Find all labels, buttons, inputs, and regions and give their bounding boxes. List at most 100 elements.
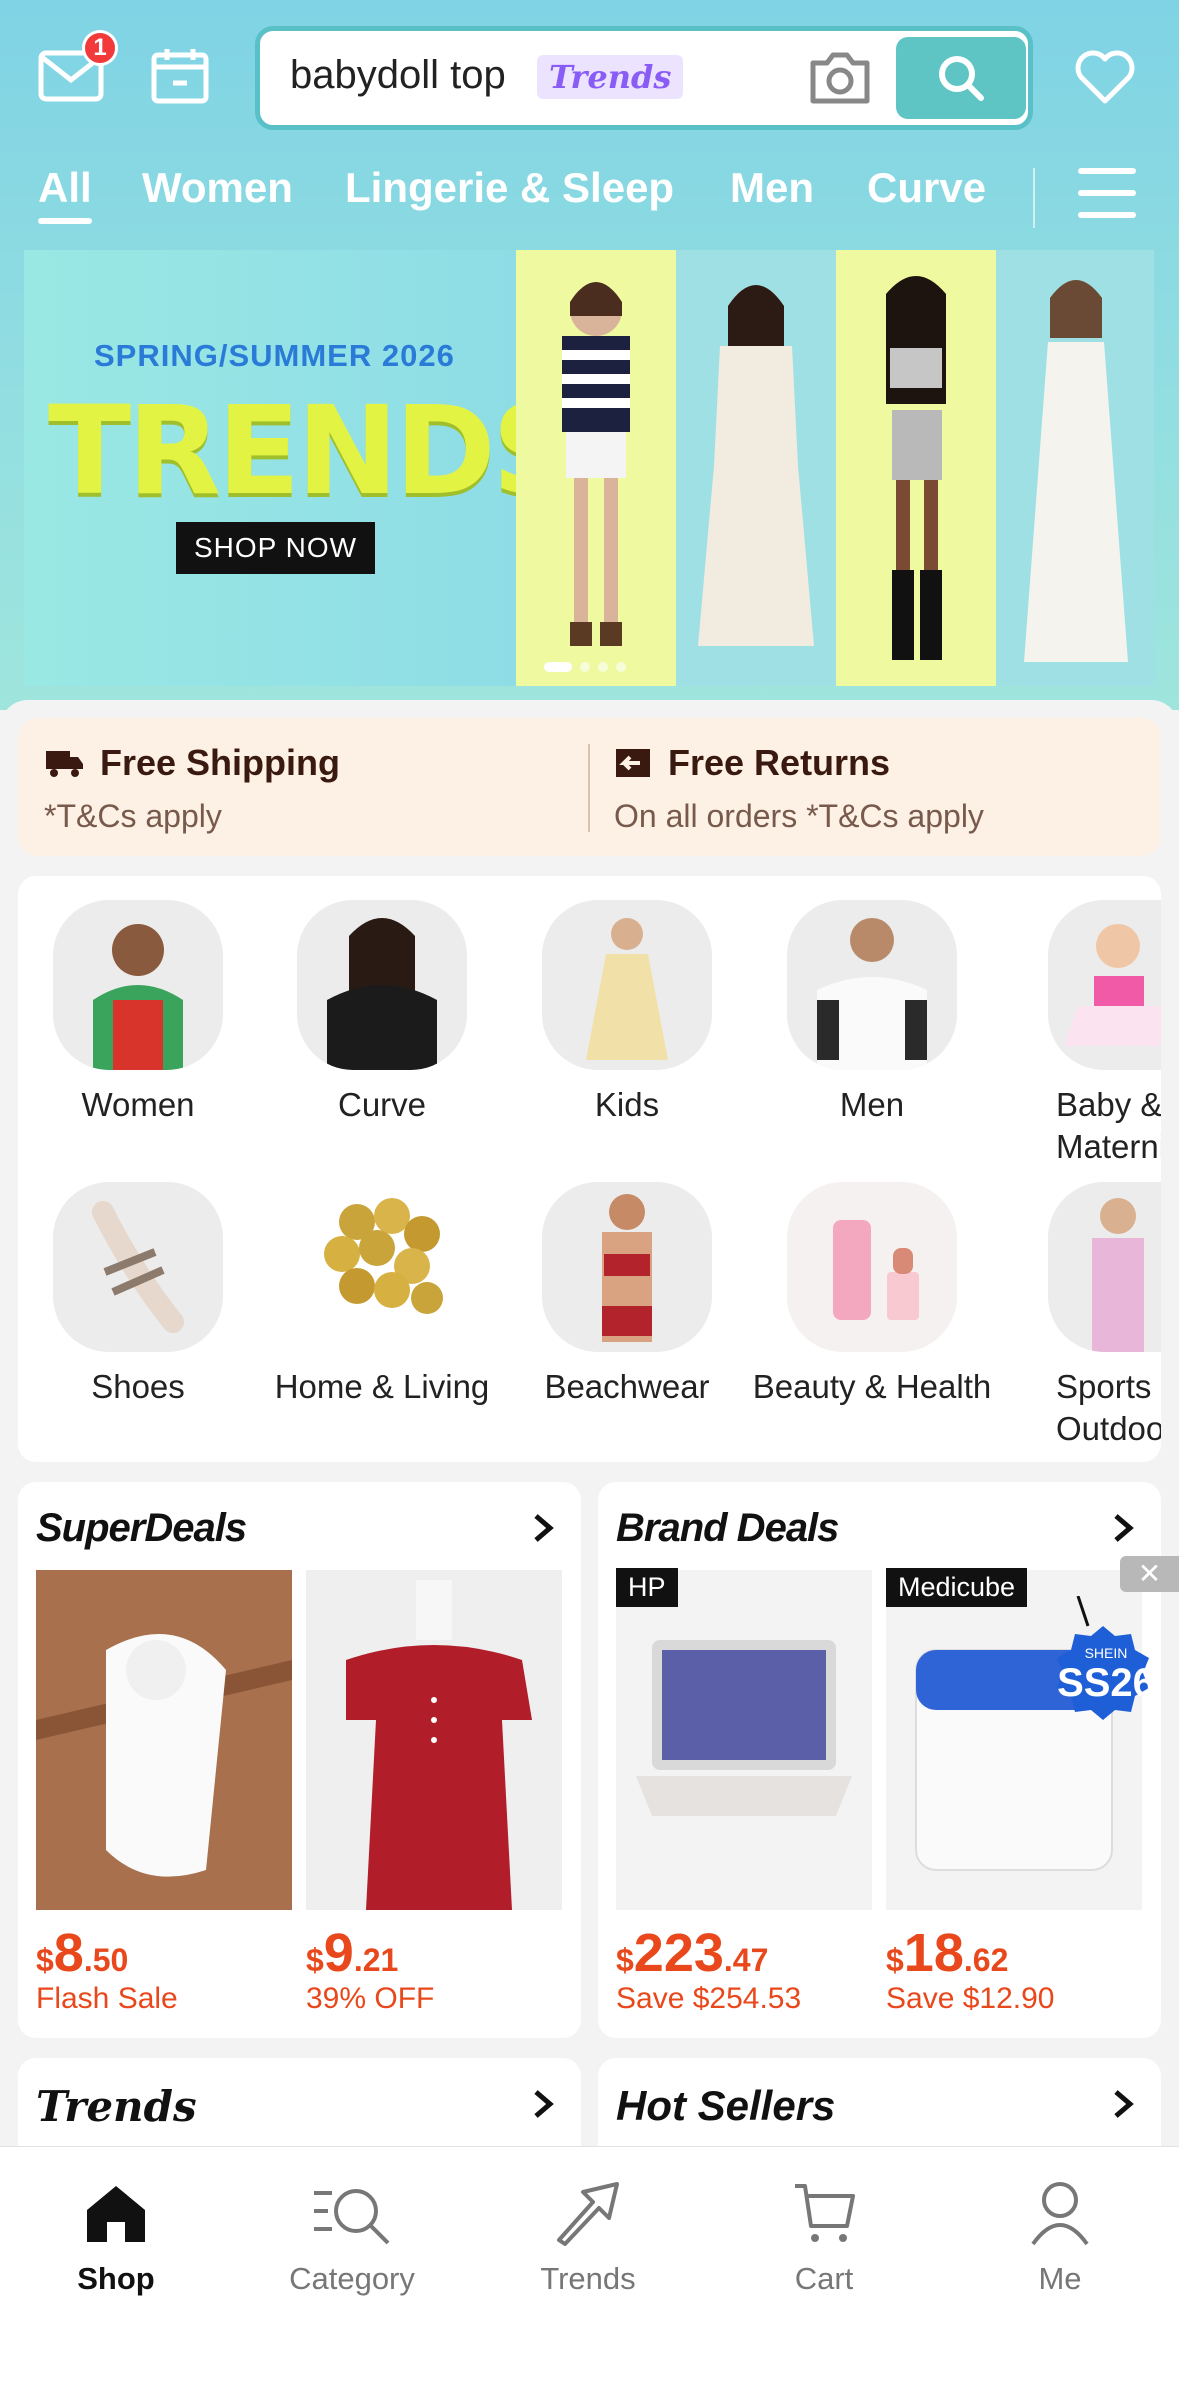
model-image-1: [516, 250, 676, 686]
category-image: [1048, 1182, 1161, 1352]
category-beachwear[interactable]: Beachwear: [507, 1182, 747, 1408]
nav-category[interactable]: Category: [252, 2173, 452, 2297]
chevron-right-icon[interactable]: [1106, 1508, 1142, 1548]
price: $8.50: [36, 1923, 129, 1983]
trends-section[interactable]: Trends: [18, 2058, 581, 2158]
wishlist-heart-icon[interactable]: [1072, 44, 1138, 110]
trends-tag: Trends: [537, 55, 684, 99]
product-image-laptop[interactable]: [616, 1570, 872, 1910]
truck-icon: [46, 751, 83, 777]
svg-text:SS26: SS26: [1057, 1661, 1155, 1705]
notification-badge: 1: [82, 30, 118, 66]
category-shoes[interactable]: Shoes: [18, 1182, 258, 1408]
nav-trends[interactable]: Trends: [488, 2173, 688, 2297]
banner-pagination: [544, 662, 626, 672]
category-image: [53, 1182, 223, 1352]
category-kids[interactable]: Kids: [507, 900, 747, 1126]
banner-title: TRENDS: [48, 380, 580, 522]
search-button[interactable]: [896, 37, 1026, 119]
brand-tag-hp: HP: [616, 1568, 678, 1607]
category-tabs: All Women Lingerie & Sleep Men Curve: [0, 164, 1179, 234]
free-returns-subtitle: On all orders *T&Cs apply: [614, 798, 984, 834]
price: $18.62: [886, 1923, 1009, 1983]
category-men[interactable]: Men: [752, 900, 992, 1126]
free-shipping[interactable]: Free Shipping *T&Cs apply: [44, 742, 340, 835]
bottom-navigation: Shop Category Trends Cart Me: [0, 2146, 1179, 2396]
category-image: [297, 900, 467, 1070]
category-baby-maternity[interactable]: Baby & Materni: [996, 900, 1161, 1168]
tab-women[interactable]: Women: [142, 164, 293, 212]
super-deals-card[interactable]: SuperDeals $8.50 Flash Sale $9.21 39% OF…: [18, 1482, 581, 2038]
nav-label: Shop: [77, 2261, 155, 2296]
nav-shop[interactable]: Shop: [16, 2173, 216, 2297]
calendar-icon[interactable]: [150, 46, 210, 106]
hot-sellers-section[interactable]: Hot Sellers: [598, 2058, 1161, 2158]
free-shipping-title: Free Shipping: [100, 742, 341, 783]
nav-me[interactable]: Me: [960, 2173, 1160, 2297]
trends-arrow-icon: [548, 2173, 628, 2253]
category-sports-outdoor[interactable]: Sports & Outdoo: [996, 1182, 1161, 1450]
promo-divider: [588, 744, 590, 832]
tab-men[interactable]: Men: [730, 164, 814, 212]
super-deals-title: SuperDeals: [36, 1506, 247, 1550]
camera-icon[interactable]: [805, 45, 875, 111]
banner-subtitle: SPRING/SUMMER 2026: [94, 338, 455, 373]
deal-label: Save $254.53: [616, 1982, 802, 2015]
tab-all[interactable]: All: [38, 164, 92, 224]
brand-deals-card[interactable]: Brand Deals HP Medicube $223.47 Save $25…: [598, 1482, 1161, 2038]
chevron-right-icon[interactable]: [1106, 2084, 1142, 2124]
chevron-right-icon[interactable]: [526, 2084, 562, 2124]
category-label: Kids: [594, 1086, 660, 1123]
deal-label: Flash Sale: [36, 1982, 178, 2015]
deal-label: 39% OFF: [306, 1982, 435, 2015]
category-label: Beauty & Health: [752, 1368, 992, 1405]
category-label: Women: [81, 1086, 195, 1123]
nav-cart[interactable]: Cart: [724, 2173, 924, 2297]
brand-tag-medicube: Medicube: [886, 1568, 1028, 1607]
profile-icon: [1020, 2173, 1100, 2253]
category-label: Home & Living: [274, 1368, 490, 1405]
search-bar[interactable]: babydoll top Trends: [255, 26, 1033, 130]
brand-deals-title: Brand Deals: [616, 1506, 839, 1550]
tab-lingerie-sleep[interactable]: Lingerie & Sleep: [345, 164, 674, 212]
category-image: [542, 1182, 712, 1352]
free-shipping-subtitle: *T&Cs apply: [44, 798, 222, 834]
shop-now-button[interactable]: SHOP NOW: [176, 522, 376, 574]
nav-label: Category: [289, 2261, 415, 2296]
category-women[interactable]: Women: [18, 900, 258, 1126]
product-image-babydoll-top[interactable]: [306, 1570, 562, 1910]
cart-icon: [784, 2173, 864, 2253]
category-curve[interactable]: Curve: [262, 900, 502, 1126]
category-label: Curve: [337, 1086, 427, 1123]
category-image: [542, 900, 712, 1070]
promo-strip[interactable]: Free Shipping *T&Cs apply Free Returns O…: [18, 718, 1161, 856]
tab-divider: [1033, 168, 1035, 228]
category-home-living[interactable]: Home & Living: [262, 1182, 502, 1408]
trends-title: Trends: [36, 2082, 197, 2131]
category-image: [787, 1182, 957, 1352]
hot-sellers-title: Hot Sellers: [616, 2082, 836, 2129]
tab-curve[interactable]: Curve: [867, 164, 986, 212]
category-search-icon: [312, 2173, 392, 2253]
model-image-2: [676, 250, 836, 686]
free-returns-title: Free Returns: [668, 742, 891, 783]
svg-text:SHEIN: SHEIN: [1085, 1645, 1128, 1661]
category-label: Men: [839, 1086, 905, 1123]
hero-banner[interactable]: SPRING/SUMMER 2026 TRENDS SHOP NOW: [24, 250, 1154, 686]
model-image-4: [996, 250, 1154, 686]
nav-label: Cart: [794, 2261, 854, 2296]
price: $9.21: [306, 1923, 399, 1983]
search-input[interactable]: babydoll top: [290, 53, 506, 98]
menu-icon[interactable]: [1078, 168, 1136, 220]
top-header: 1 babydoll top Trends: [0, 0, 1179, 160]
category-label: Shoes: [91, 1368, 185, 1405]
free-returns[interactable]: Free Returns On all orders *T&Cs apply: [614, 742, 984, 835]
nav-label: Me: [1038, 2261, 1082, 2296]
category-beauty-health[interactable]: Beauty & Health: [752, 1182, 992, 1408]
category-grid: Women Curve Kids Men Baby & Materni Shoe…: [18, 876, 1161, 1462]
chevron-right-icon[interactable]: [526, 1508, 562, 1548]
product-image-sandal[interactable]: [36, 1570, 292, 1910]
category-image: [787, 900, 957, 1070]
close-icon[interactable]: ✕: [1120, 1556, 1179, 1592]
ss26-floating-badge[interactable]: SHEIN SS26: [1028, 1595, 1178, 1746]
